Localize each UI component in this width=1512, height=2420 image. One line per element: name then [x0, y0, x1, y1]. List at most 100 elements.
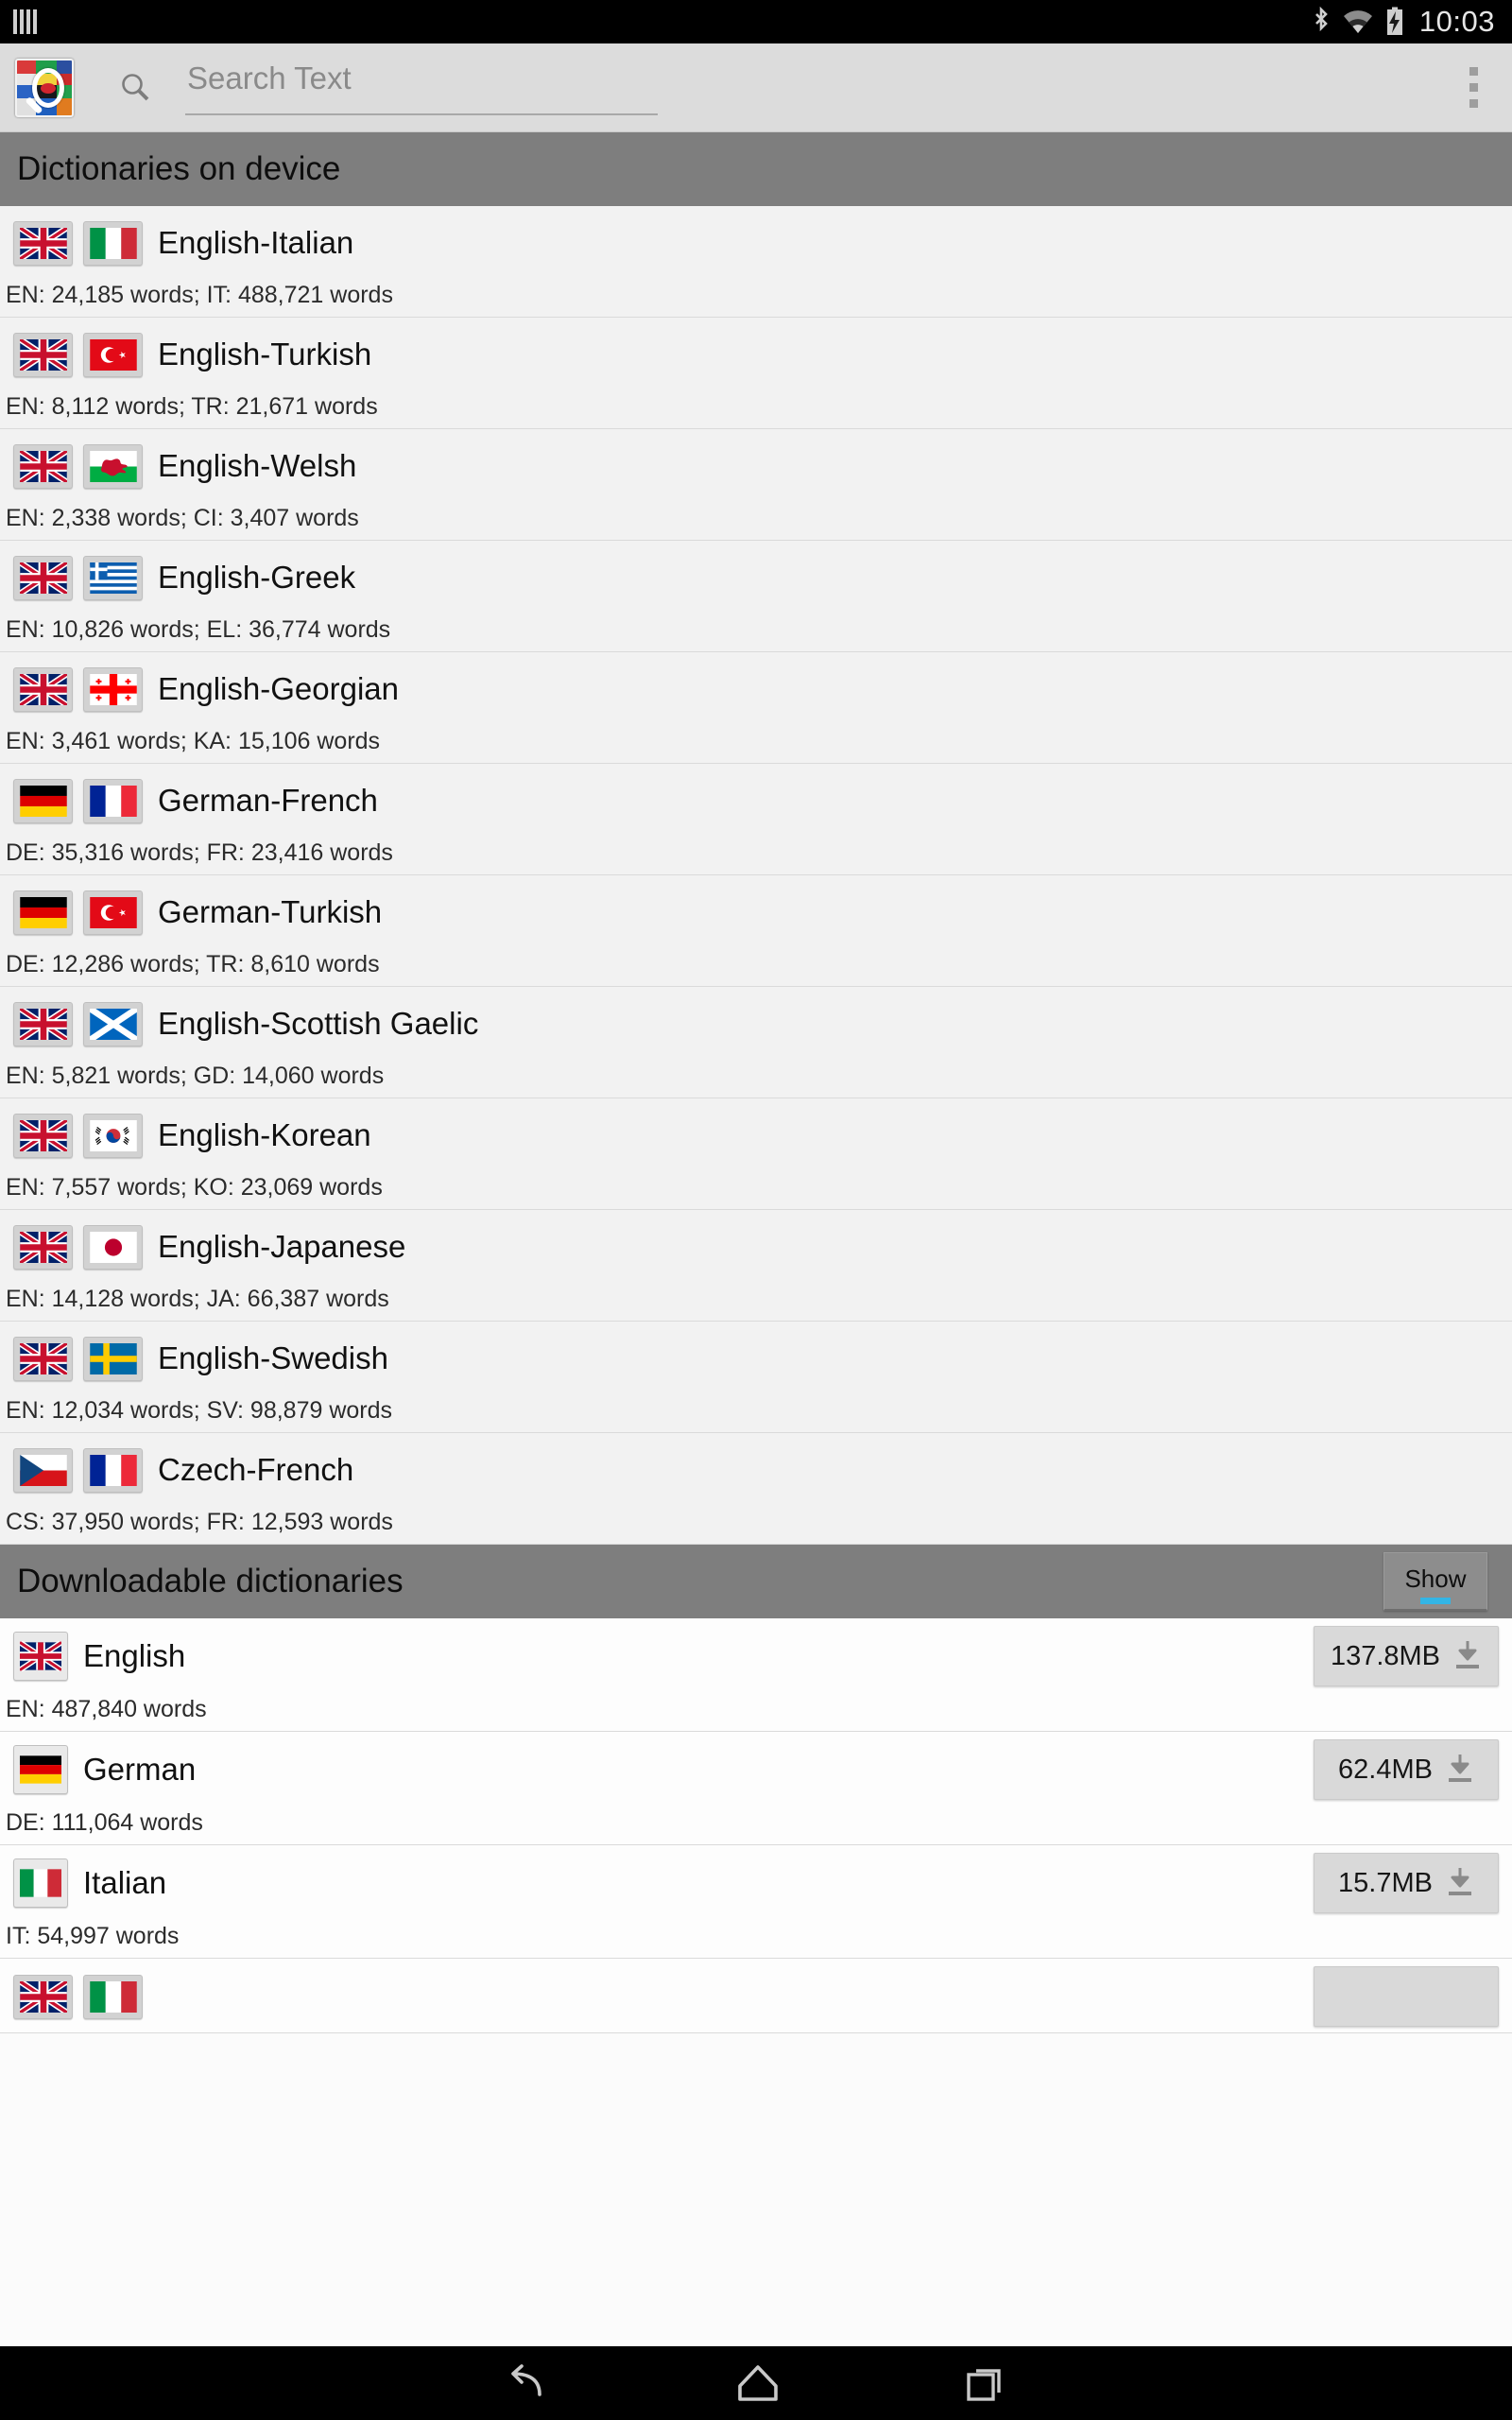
- dictionary-name: English-Welsh: [158, 448, 357, 483]
- section-header-on-device: Dictionaries on device: [0, 132, 1512, 206]
- dictionary-row-main: German-Turkish: [0, 883, 1512, 942]
- table-row[interactable]: English 137.8MB EN: 487,840 words: [0, 1618, 1512, 1732]
- flag-icon-de: [13, 890, 73, 935]
- dictionary-stats: EN: 487,840 words: [6, 1696, 207, 1722]
- downloadable-dictionaries-list: English 137.8MB EN: 487,840 words German…: [0, 1618, 1512, 2033]
- flag-icon-scot: [83, 1001, 143, 1046]
- flag-icon-gb: [13, 220, 73, 266]
- dictionary-row-main: [0, 1966, 1512, 2027]
- recents-icon[interactable]: [961, 2361, 1008, 2405]
- table-row[interactable]: German-French DE: 35,316 words; FR: 23,4…: [0, 764, 1512, 875]
- show-button[interactable]: Show: [1383, 1552, 1487, 1611]
- overflow-menu-icon[interactable]: [1448, 51, 1499, 125]
- dictionary-name: English-Korean: [158, 1117, 371, 1152]
- dictionary-row-main: German-French: [0, 771, 1512, 830]
- search-input[interactable]: [185, 60, 658, 115]
- flag-pair: [13, 666, 143, 712]
- flag-pair: [13, 220, 143, 266]
- dictionary-list[interactable]: Dictionaries on device English-Italian E…: [0, 132, 1512, 2346]
- flag-single: [13, 1632, 68, 1681]
- flag-icon-fr: [83, 778, 143, 823]
- status-bar-clock: 10:03: [1418, 5, 1495, 38]
- flag-icon-gb: [13, 1974, 73, 2019]
- table-row[interactable]: English-Georgian EN: 3,461 words; KA: 15…: [0, 652, 1512, 764]
- flag-icon-gb: [13, 666, 73, 712]
- dictionary-stats: EN: 7,557 words; KO: 23,069 words: [6, 1174, 383, 1201]
- dictionary-stats: EN: 2,338 words; CI: 3,407 words: [6, 505, 359, 531]
- dictionary-row-main: English-Turkish: [0, 325, 1512, 384]
- table-row[interactable]: English-Japanese EN: 14,128 words; JA: 6…: [0, 1210, 1512, 1322]
- flag-single: [13, 1745, 68, 1794]
- table-row[interactable]: English-Italian EN: 24,185 words; IT: 48…: [0, 206, 1512, 318]
- flag-icon-ge: [83, 666, 143, 712]
- table-row[interactable]: English-Turkish EN: 8,112 words; TR: 21,…: [0, 318, 1512, 429]
- download-button[interactable]: 137.8MB: [1314, 1626, 1499, 1686]
- flag-pair: [13, 1974, 143, 2019]
- home-icon[interactable]: [734, 2361, 782, 2405]
- installed-dictionaries-list: English-Italian EN: 24,185 words; IT: 48…: [0, 206, 1512, 1545]
- download-button[interactable]: [1314, 1966, 1499, 2027]
- dictionary-name: English-Italian: [158, 225, 354, 260]
- table-row[interactable]: English-Welsh EN: 2,338 words; CI: 3,407…: [0, 429, 1512, 541]
- flag-icon-jp: [83, 1224, 143, 1270]
- dictionary-row-main: English-Italian: [0, 214, 1512, 272]
- dictionary-stats: CS: 37,950 words; FR: 12,593 words: [6, 1509, 393, 1535]
- dictionary-name: English-Japanese: [158, 1229, 406, 1264]
- flag-single: [13, 1858, 68, 1908]
- dictionary-name: English-Swedish: [158, 1340, 388, 1375]
- flag-icon-gr: [83, 555, 143, 600]
- wifi-icon: [1342, 9, 1374, 35]
- flag-icon-gb: [13, 1632, 68, 1681]
- dictionary-row-main: English-Swedish: [0, 1329, 1512, 1388]
- status-bar-right: 10:03: [1311, 5, 1495, 39]
- dictionary-row-main: English-Japanese: [0, 1218, 1512, 1276]
- flag-pair: [13, 1224, 143, 1270]
- table-row[interactable]: German 62.4MB DE: 111,064 words: [0, 1732, 1512, 1845]
- search-icon: [119, 72, 151, 104]
- flag-icon-tr: [83, 332, 143, 377]
- flag-icon-it: [13, 1858, 68, 1908]
- flag-icon-wales: [83, 443, 143, 489]
- dictionary-name: English-Greek: [158, 560, 356, 595]
- table-row[interactable]: Italian 15.7MB IT: 54,997 words: [0, 1845, 1512, 1959]
- download-button[interactable]: 62.4MB: [1314, 1739, 1499, 1800]
- flag-pair: [13, 555, 143, 600]
- status-bar: 10:03: [0, 0, 1512, 43]
- signal-bars-icon: [13, 9, 37, 34]
- table-row[interactable]: English-Swedish EN: 12,034 words; SV: 98…: [0, 1322, 1512, 1433]
- flag-icon-fr: [83, 1447, 143, 1493]
- dictionary-name: Italian: [83, 1865, 167, 1900]
- flag-icon-se: [83, 1336, 143, 1381]
- dictionary-row-main: Italian 15.7MB: [0, 1853, 1512, 1913]
- flag-icon-it: [83, 1974, 143, 2019]
- flag-icon-tr: [83, 890, 143, 935]
- dictionary-row-main: Czech-French: [0, 1441, 1512, 1499]
- flag-pair: [13, 443, 143, 489]
- download-icon: [1446, 1753, 1474, 1788]
- flag-icon-gb: [13, 1001, 73, 1046]
- download-size: 15.7MB: [1338, 1867, 1433, 1898]
- dictionary-stats: DE: 35,316 words; FR: 23,416 words: [6, 839, 393, 866]
- app-flags-search-icon[interactable]: [15, 58, 74, 117]
- dictionary-stats: DE: 111,064 words: [6, 1809, 203, 1836]
- section-title: Downloadable dictionaries: [17, 1563, 404, 1599]
- back-icon[interactable]: [504, 2362, 555, 2404]
- table-row-partial[interactable]: [0, 1959, 1512, 2033]
- download-button[interactable]: 15.7MB: [1314, 1853, 1499, 1913]
- dictionary-name: English-Scottish Gaelic: [158, 1006, 479, 1041]
- dictionary-stats: EN: 14,128 words; JA: 66,387 words: [6, 1286, 389, 1312]
- flag-icon-de: [13, 778, 73, 823]
- flag-icon-gb: [13, 1113, 73, 1158]
- table-row[interactable]: English-Scottish Gaelic EN: 5,821 words;…: [0, 987, 1512, 1098]
- android-screen: 10:03 Search Text Dictionaries on device…: [0, 0, 1512, 2420]
- table-row[interactable]: German-Turkish DE: 12,286 words; TR: 8,6…: [0, 875, 1512, 987]
- dictionary-stats: EN: 3,461 words; KA: 15,106 words: [6, 728, 381, 754]
- dictionary-name: Czech-French: [158, 1452, 354, 1487]
- search-bar: [119, 60, 1448, 115]
- table-row[interactable]: English-Greek EN: 10,826 words; EL: 36,7…: [0, 541, 1512, 652]
- flag-icon-de: [13, 1745, 68, 1794]
- table-row[interactable]: Czech-French CS: 37,950 words; FR: 12,59…: [0, 1433, 1512, 1545]
- flag-pair: [13, 1001, 143, 1046]
- dictionary-name: German-French: [158, 783, 378, 818]
- table-row[interactable]: English-Korean EN: 7,557 words; KO: 23,0…: [0, 1098, 1512, 1210]
